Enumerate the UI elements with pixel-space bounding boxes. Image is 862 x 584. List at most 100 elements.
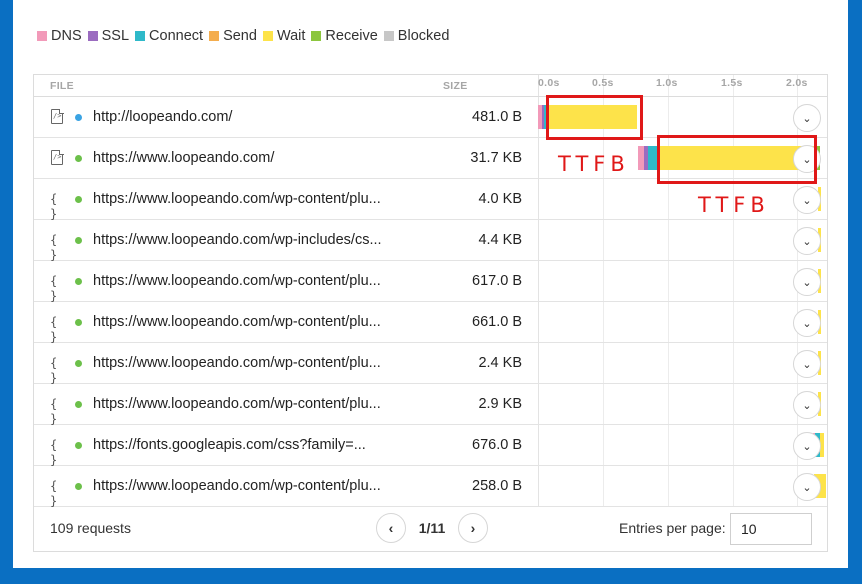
chevron-down-icon: ⌄: [802, 481, 812, 494]
legend-item-receive: Receive: [311, 27, 378, 45]
legend-label: Blocked: [397, 28, 450, 44]
chevron-left-icon: ‹: [388, 520, 394, 536]
braces-icon: { }: [50, 274, 58, 303]
request-size: 4.0 KB: [478, 191, 522, 207]
tick-label: 1.5s: [721, 77, 743, 89]
braces-icon: { }: [50, 397, 58, 426]
legend-label: Connect: [149, 28, 204, 44]
braces-icon: { }: [50, 192, 58, 221]
request-url: https://www.loopeando.com/wp-includes/cs…: [93, 232, 382, 248]
expand-button[interactable]: ⌄: [793, 227, 821, 255]
legend-item-blocked: Blocked: [383, 27, 450, 45]
request-url: https://www.loopeando.com/wp-content/plu…: [93, 314, 381, 330]
ttfb-highlight-box: [657, 135, 817, 184]
prev-page-button[interactable]: ‹: [376, 513, 406, 543]
status-dot: [75, 360, 82, 367]
table-row[interactable]: { } https://fonts.googleapis.com/css?fam…: [34, 425, 827, 467]
timing-legend: DNS SSL Connect Send Wait Receive Blocke…: [37, 27, 455, 45]
ttfb-annotation-label: TTFB: [698, 193, 770, 217]
chevron-down-icon: ⌄: [802, 194, 812, 207]
table-row[interactable]: /> http://loopeando.com/ 481.0 B ⌄: [34, 97, 827, 138]
request-size: 676.0 B: [472, 437, 522, 453]
column-header-file[interactable]: FILE: [50, 80, 74, 92]
legend-label: DNS: [51, 28, 82, 44]
tick-label: 2.0s: [786, 77, 808, 89]
legend-item-dns: DNS: [37, 27, 82, 45]
expand-button[interactable]: ⌄: [793, 309, 821, 337]
expand-button[interactable]: ⌄: [793, 104, 821, 132]
status-dot: [75, 278, 82, 285]
request-size: 31.7 KB: [470, 150, 522, 166]
legend-swatch: [262, 31, 273, 41]
braces-icon: { }: [50, 233, 58, 262]
table-row[interactable]: { } https://www.loopeando.com/wp-content…: [34, 302, 827, 344]
legend-item-connect: Connect: [135, 27, 203, 45]
chevron-down-icon: ⌄: [802, 440, 812, 453]
legend-label: Receive: [325, 28, 378, 44]
legend-label: Send: [223, 28, 257, 44]
request-size: 258.0 B: [472, 478, 522, 494]
entries-per-page-label: Entries per page:: [619, 520, 726, 536]
legend-swatch: [37, 31, 47, 41]
page-indicator: 1/11: [418, 520, 446, 536]
status-dot: [75, 155, 82, 162]
table-row[interactable]: { } https://www.loopeando.com/wp-content…: [34, 343, 827, 385]
chevron-down-icon: ⌄: [802, 276, 812, 289]
legend-swatch: [209, 31, 220, 41]
legend-item-ssl: SSL: [87, 27, 130, 45]
chevron-right-icon: ›: [470, 520, 476, 536]
legend-label: Wait: [276, 28, 306, 44]
expand-button[interactable]: ⌄: [793, 268, 821, 296]
legend-swatch: [87, 31, 98, 41]
tick-label: 1.0s: [656, 77, 678, 89]
tick-label: 0.5s: [592, 77, 614, 89]
request-url: https://fonts.googleapis.com/css?family=…: [93, 437, 366, 453]
timing-connect: [648, 146, 657, 170]
tick-label: 0.0s: [538, 77, 560, 89]
next-page-button[interactable]: ›: [458, 513, 488, 543]
table-header: FILE SIZE 0.0s 0.5s 1.0s 1.5s 2.0s: [34, 75, 827, 97]
request-url: https://www.loopeando.com/: [93, 150, 275, 166]
status-dot: [75, 401, 82, 408]
table-row[interactable]: { } https://www.loopeando.com/wp-include…: [34, 220, 827, 262]
pagination: ‹ 1/11 ›: [376, 513, 488, 543]
status-dot: [75, 196, 82, 203]
expand-button[interactable]: ⌄: [793, 350, 821, 378]
table-row[interactable]: { } https://www.loopeando.com/wp-content…: [34, 384, 827, 426]
table-row[interactable]: { } https://www.loopeando.com/wp-content…: [34, 466, 827, 508]
chevron-down-icon: ⌄: [802, 358, 812, 371]
braces-icon: { }: [50, 356, 58, 385]
table-row[interactable]: { } https://www.loopeando.com/wp-content…: [34, 261, 827, 303]
ttfb-annotation-label: TTFB: [558, 152, 630, 176]
status-dot: [75, 442, 82, 449]
request-size: 2.9 KB: [478, 396, 522, 412]
status-dot: [75, 483, 82, 490]
cut-off-heading: [37, 0, 77, 6]
request-size: 617.0 B: [472, 273, 522, 289]
chevron-down-icon: ⌄: [802, 112, 812, 125]
expand-button[interactable]: ⌄: [793, 473, 821, 501]
status-dot: [75, 237, 82, 244]
entries-per-page-input[interactable]: 10: [730, 513, 812, 545]
document-icon: />: [51, 108, 64, 124]
request-url: http://loopeando.com/: [93, 109, 233, 125]
legend-swatch: [311, 31, 322, 41]
legend-item-wait: Wait: [262, 27, 306, 45]
expand-button[interactable]: ⌄: [793, 391, 821, 419]
request-size: 661.0 B: [472, 314, 522, 330]
ttfb-highlight-box: [546, 95, 643, 140]
expand-button[interactable]: ⌄: [793, 186, 821, 214]
legend-item-send: Send: [209, 27, 257, 45]
chevron-down-icon: ⌄: [802, 317, 812, 330]
expand-button[interactable]: ⌄: [793, 432, 821, 460]
request-url: https://www.loopeando.com/wp-content/plu…: [93, 355, 381, 371]
waterfall-panel: DNS SSL Connect Send Wait Receive Blocke…: [13, 0, 848, 568]
request-size: 4.4 KB: [478, 232, 522, 248]
document-icon: />: [51, 149, 64, 165]
legend-label: SSL: [101, 28, 130, 44]
status-dot: [75, 114, 82, 121]
column-header-size[interactable]: SIZE: [443, 80, 468, 92]
request-url: https://www.loopeando.com/wp-content/plu…: [93, 191, 381, 207]
legend-swatch: [135, 31, 146, 41]
braces-icon: { }: [50, 438, 58, 467]
